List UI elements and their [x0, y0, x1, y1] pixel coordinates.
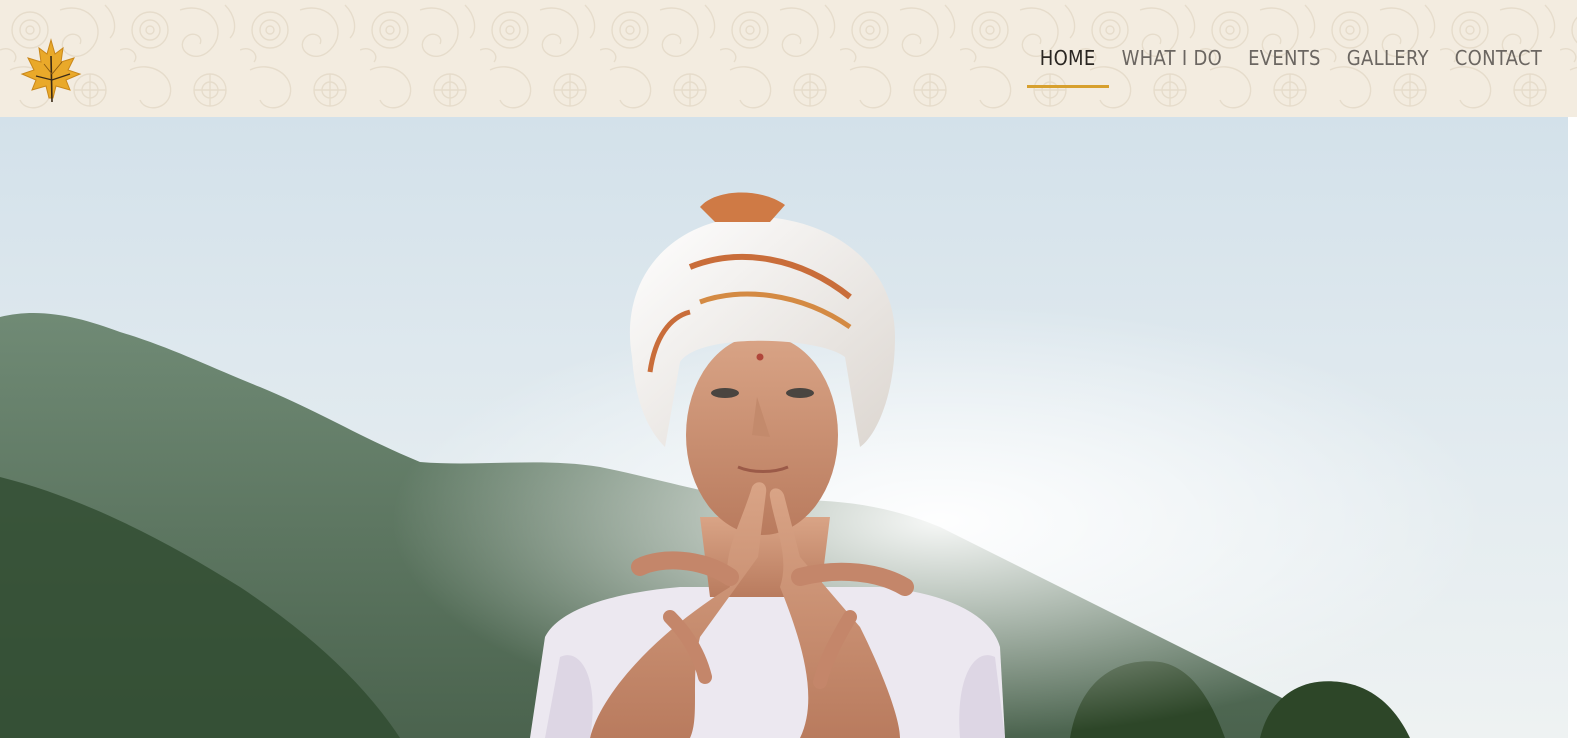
site-header: HOME WHAT I DO EVENTS GALLERY CONTACT	[0, 0, 1577, 117]
maple-leaf-icon[interactable]	[16, 36, 86, 106]
hero-image	[0, 117, 1568, 738]
nav-gallery[interactable]: GALLERY	[1334, 46, 1442, 88]
hero-photo	[0, 117, 1568, 738]
nav-contact-label: CONTACT	[1454, 46, 1542, 70]
nav-what-i-do-label: WHAT I DO	[1121, 46, 1223, 70]
page-edge	[1568, 117, 1577, 738]
active-underline	[1026, 85, 1109, 88]
nav-home[interactable]: HOME	[1026, 46, 1109, 88]
nav-contact[interactable]: CONTACT	[1442, 46, 1555, 88]
nav-home-label: HOME	[1039, 46, 1096, 70]
nav-events[interactable]: EVENTS	[1235, 46, 1334, 88]
nav-what-i-do[interactable]: WHAT I DO	[1109, 46, 1236, 88]
nav-gallery-label: GALLERY	[1346, 46, 1429, 70]
main-navigation: HOME WHAT I DO EVENTS GALLERY CONTACT	[1026, 46, 1555, 88]
nav-events-label: EVENTS	[1248, 46, 1321, 70]
